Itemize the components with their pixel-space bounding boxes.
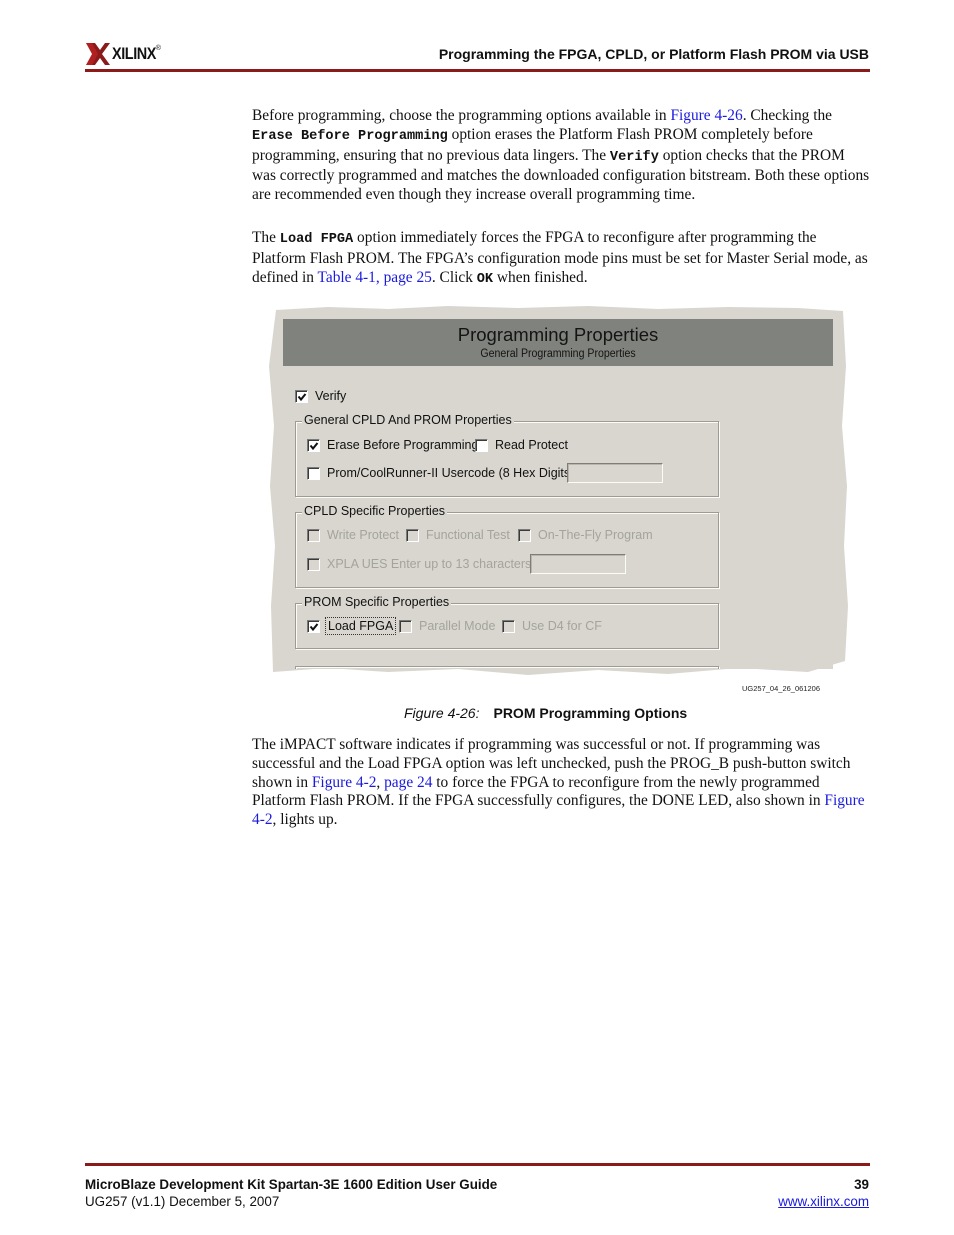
- code-load-fpga: Load FPGA: [279, 232, 354, 247]
- text: The: [252, 229, 280, 246]
- parallel-mode-checkbox[interactable]: Parallel Mode: [399, 619, 495, 633]
- checkbox-label: Parallel Mode: [419, 619, 496, 633]
- group-truncated: [295, 666, 719, 669]
- group-prom-specific: PROM Specific Properties Load FPGA Paral…: [295, 595, 719, 649]
- checkbox-box[interactable]: [518, 528, 531, 542]
- checkbox-box[interactable]: [406, 528, 419, 542]
- checkbox-box[interactable]: [399, 619, 412, 633]
- checkbox-label: Load FPGA: [324, 617, 397, 635]
- paragraph-impact-result: The iMPACT software indicates if program…: [252, 736, 872, 830]
- registered-mark: ®: [155, 44, 161, 52]
- text: Before programming, choose the programmi…: [252, 107, 671, 124]
- checkbox-label: Erase Before Programming: [327, 438, 479, 452]
- figure-id: UG257_04_26_061206: [742, 684, 820, 693]
- link-figure-4-26[interactable]: Figure 4-26: [670, 107, 742, 124]
- checkbox-label: Functional Test: [426, 528, 510, 542]
- text: ,: [376, 773, 385, 791]
- link-figure-4-2[interactable]: Figure 4-2: [312, 774, 377, 791]
- dialog-subtitle: General Programming Properties: [480, 348, 636, 360]
- checkbox-box[interactable]: [295, 389, 308, 403]
- checkbox-box[interactable]: [307, 619, 320, 633]
- footer-rule: [85, 1163, 870, 1166]
- checkbox-box[interactable]: [307, 528, 320, 542]
- paragraph-load-fpga: The Load FPGA option immediately forces …: [252, 229, 872, 289]
- xilinx-logo-icon: [86, 43, 110, 65]
- erase-before-programming-checkbox[interactable]: Erase Before Programming: [307, 438, 478, 452]
- xpla-ues-checkbox[interactable]: XPLA UES Enter up to 13 characters: [307, 557, 531, 571]
- text: , lights up.: [272, 811, 338, 829]
- footer-doc-id: UG257 (v1.1) December 5, 2007: [85, 1194, 280, 1209]
- figure-number: Figure 4-26:: [404, 705, 480, 721]
- paragraph-programming-options: Before programming, choose the programmi…: [252, 107, 872, 205]
- checkbox-box[interactable]: [307, 466, 320, 480]
- load-fpga-checkbox[interactable]: Load FPGA: [307, 617, 397, 635]
- check-icon: [309, 622, 319, 631]
- footer-doc-title: MicroBlaze Development Kit Spartan-3E 16…: [85, 1177, 498, 1192]
- checkbox-label: Write Protect: [327, 528, 400, 542]
- checkbox-box[interactable]: [307, 438, 320, 452]
- read-protect-checkbox[interactable]: Read Protect: [475, 438, 568, 452]
- checkbox-label: Read Protect: [495, 438, 568, 452]
- usercode-input[interactable]: [567, 463, 663, 483]
- checkbox-label: Prom/CoolRunner-II Usercode (8 Hex Digit…: [327, 466, 575, 480]
- checkbox-label: XPLA UES Enter up to 13 characters: [327, 557, 532, 571]
- group-legend: General CPLD And PROM Properties: [302, 413, 514, 427]
- code-erase-before-programming: Erase Before Programming: [252, 128, 448, 144]
- figure-caption: Figure 4-26: PROM Programming Options: [404, 705, 687, 721]
- on-the-fly-program-checkbox[interactable]: On-The-Fly Program: [518, 528, 653, 542]
- write-protect-checkbox[interactable]: Write Protect: [307, 528, 399, 542]
- dialog-title: Programming Properties: [457, 324, 659, 345]
- checkbox-box[interactable]: [502, 619, 515, 633]
- xilinx-logo: XILINX ®: [86, 42, 161, 66]
- logo-wordmark: XILINX: [112, 44, 157, 63]
- dialog-header: Programming Properties General Programmi…: [283, 319, 833, 366]
- website-link[interactable]: www.xilinx.com: [778, 1194, 869, 1209]
- check-icon: [309, 441, 319, 450]
- checkbox-box[interactable]: [307, 557, 320, 571]
- link-table-4-1[interactable]: Table 4-1, page 25: [318, 269, 432, 286]
- checkbox-label: On-The-Fly Program: [538, 528, 653, 542]
- figure-title: PROM Programming Options: [493, 705, 688, 721]
- functional-test-checkbox[interactable]: Functional Test: [406, 528, 510, 542]
- programming-properties-dialog: Programming Properties General Programmi…: [283, 319, 833, 669]
- group-general-cpld-prom: General CPLD And PROM Properties Erase B…: [295, 413, 719, 497]
- use-d4-for-cf-checkbox[interactable]: Use D4 for CF: [502, 619, 602, 633]
- xpla-ues-input[interactable]: [530, 554, 626, 574]
- group-legend: CPLD Specific Properties: [302, 504, 448, 518]
- group-cpld-specific: CPLD Specific Properties Write Protect F…: [295, 504, 719, 588]
- check-icon: [297, 392, 307, 401]
- code-verify: Verify: [609, 149, 659, 165]
- group-legend: PROM Specific Properties: [302, 595, 452, 609]
- section-title: Programming the FPGA, CPLD, or Platform …: [438, 46, 869, 62]
- checkbox-label: Use D4 for CF: [522, 619, 602, 633]
- page-number: 39: [854, 1177, 869, 1192]
- figure-screenshot: Programming Properties General Programmi…: [268, 306, 850, 678]
- link-page-24[interactable]: page 24: [384, 774, 432, 791]
- header-rule: [85, 69, 870, 72]
- usercode-checkbox[interactable]: Prom/CoolRunner-II Usercode (8 Hex Digit…: [307, 466, 574, 480]
- verify-checkbox[interactable]: Verify: [295, 389, 346, 403]
- text: . Checking the: [742, 107, 833, 124]
- text: when finished.: [493, 268, 588, 286]
- text: . Click: [431, 268, 477, 286]
- checkbox-box[interactable]: [475, 438, 488, 452]
- code-ok: OK: [476, 271, 494, 287]
- checkbox-label: Verify: [315, 389, 347, 403]
